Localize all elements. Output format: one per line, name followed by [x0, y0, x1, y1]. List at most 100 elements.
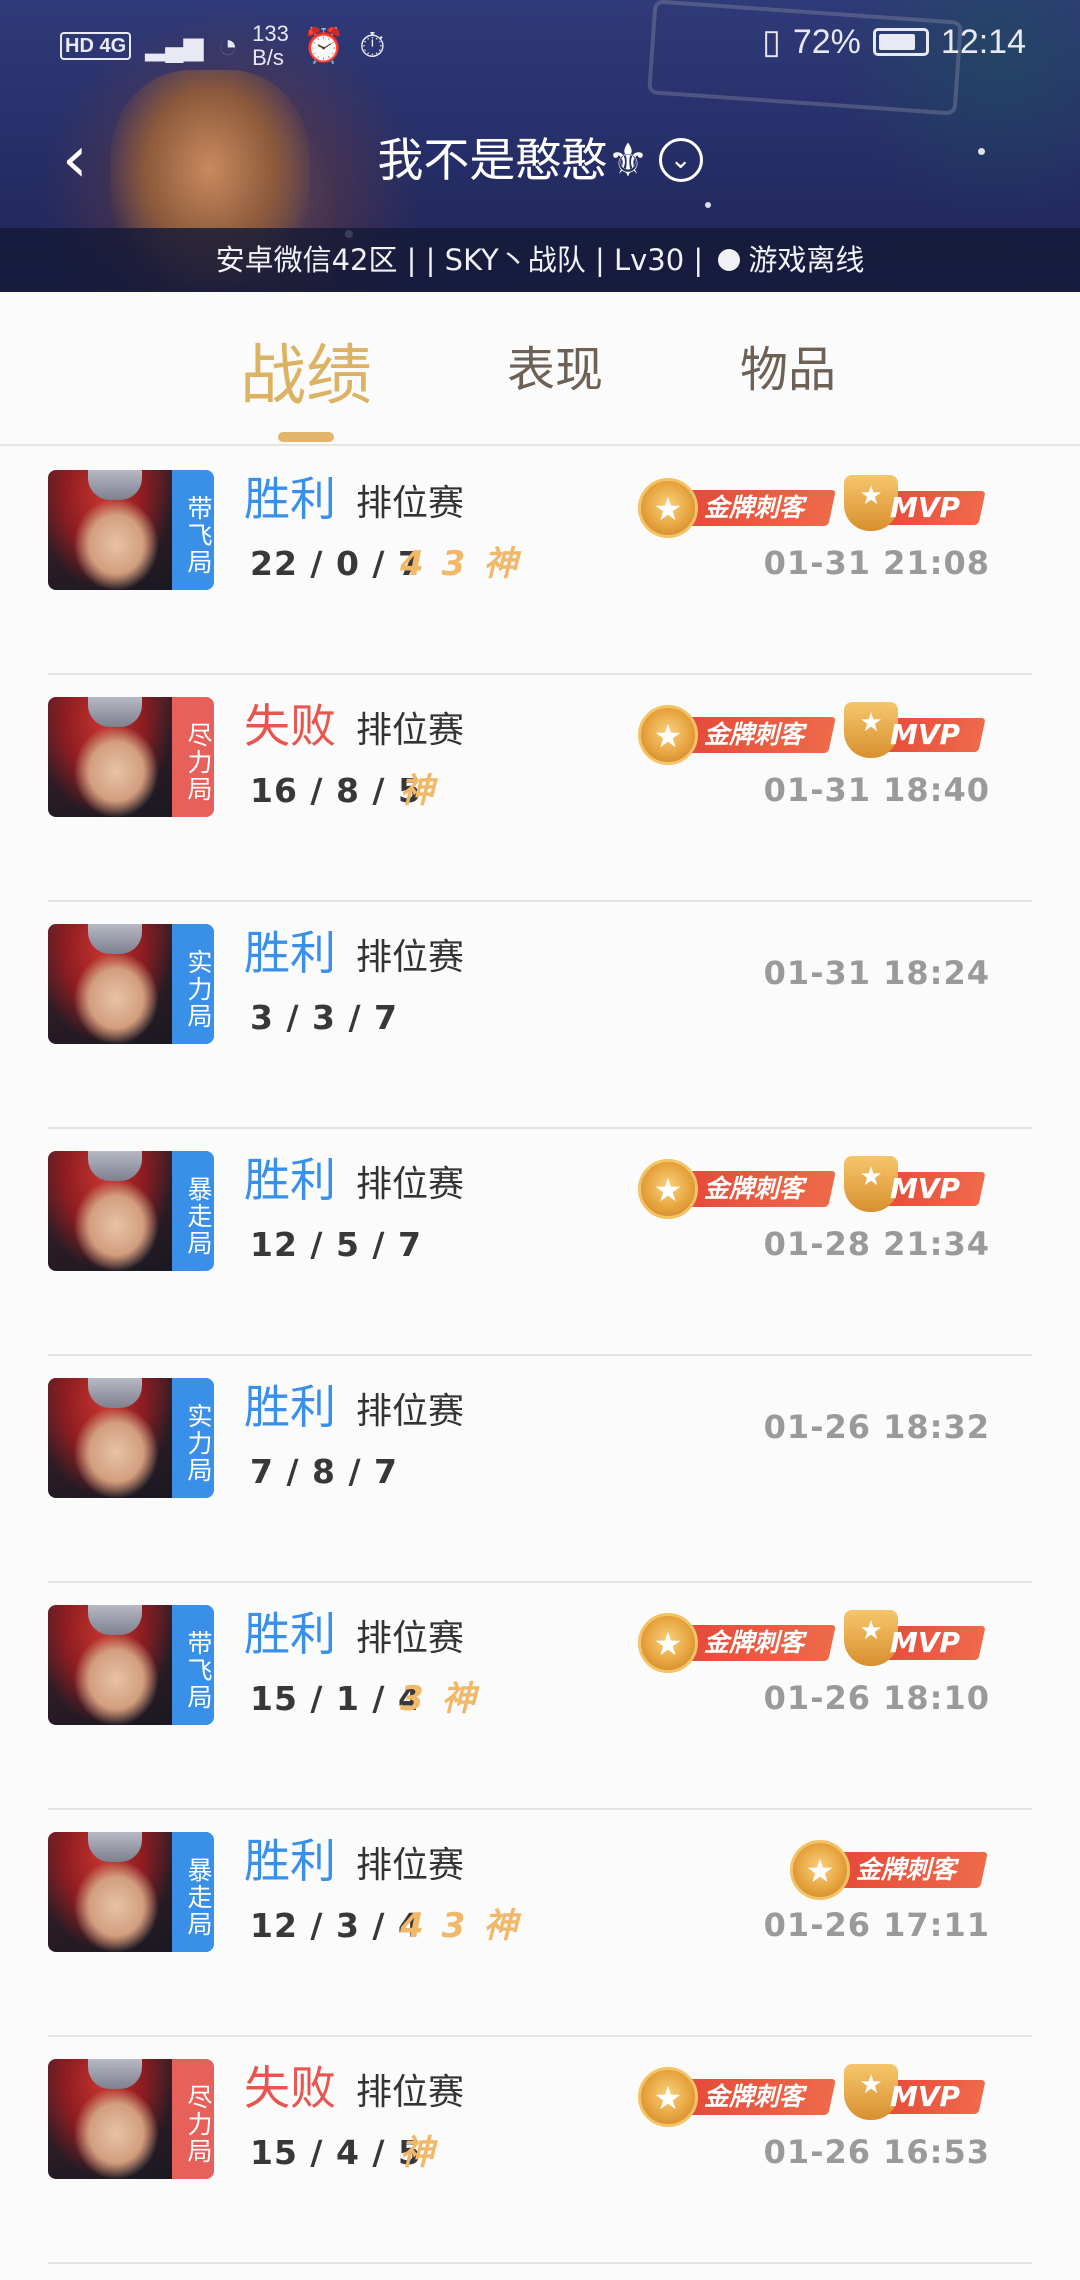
kda-score: 12 / 5 / 7	[250, 1225, 422, 1264]
player-status: 游戏离线	[748, 243, 865, 277]
gold-assassin-badge: ★ 金牌刺客	[632, 1159, 836, 1219]
tab-record[interactable]: 战绩	[240, 322, 372, 418]
match-mode: 排位赛	[356, 1164, 465, 1205]
hero-portrait	[48, 2059, 172, 2179]
hero-avatar: 带飞局	[48, 470, 214, 590]
match-result: 胜利	[244, 472, 336, 526]
badge-label: 金牌刺客	[704, 1174, 805, 1203]
badge-label: 金牌刺客	[704, 493, 805, 522]
medal-icon: ★	[790, 1840, 850, 1900]
badge-label: MVP	[890, 491, 961, 524]
tab-performance[interactable]: 表现	[507, 330, 603, 400]
match-badges: ★ 金牌刺客 ★ MVP	[632, 1605, 986, 1675]
match-rating-tag: 暴走局	[172, 1832, 214, 1952]
match-row[interactable]: 暴走局 胜利 排位赛 12 / 5 / 7 ★ 金牌刺客 ★ MVP 01-28 21:34	[0, 1129, 1080, 1356]
hero-portrait	[48, 1151, 172, 1271]
match-time: 01-31 18:24	[763, 954, 990, 992]
tab-items[interactable]: 物品	[740, 330, 836, 400]
match-badges: ★ 金牌刺客 ★ MVP	[632, 697, 986, 767]
streak-mark: 3	[441, 1906, 466, 1946]
mvp-badge: ★ MVP	[844, 1156, 986, 1216]
kda-score: 15 / 1 / 4	[250, 1679, 422, 1718]
match-time: 01-26 18:10	[763, 1679, 990, 1717]
badge-label: 金牌刺客	[704, 2082, 805, 2111]
match-rating-tag: 带飞局	[172, 470, 214, 590]
hero-portrait	[48, 924, 172, 1044]
medal-icon: ★	[638, 478, 698, 538]
kda-score: 12 / 3 / 4	[250, 1906, 422, 1945]
match-time: 01-31 18:40	[763, 771, 990, 809]
match-time: 01-28 21:34	[763, 1225, 990, 1263]
status-dot-icon	[718, 249, 741, 271]
match-mode: 排位赛	[356, 1391, 465, 1432]
badge-label: 金牌刺客	[704, 1628, 805, 1657]
match-result: 失败	[244, 2061, 336, 2115]
match-list: 带飞局 胜利 排位赛 22 / 0 / 7 4 3 神 ★ 金牌刺客 ★ MVP 01-31 21:0…	[0, 448, 1080, 2264]
status-bar: HD 4G ▂▄▆ ◔ 133 B/s ⏰ ⏱ ▯ 72% 12:14	[0, 0, 1080, 92]
badge-label: 金牌刺客	[856, 1855, 957, 1884]
streak-mark: 神	[441, 1679, 476, 1719]
hero-portrait	[48, 1378, 172, 1498]
mvp-badge: ★ MVP	[844, 475, 986, 535]
mvp-badge: ★ MVP	[844, 2064, 986, 2124]
medal-icon: ★	[638, 705, 698, 765]
streak-mark: 4	[400, 1906, 424, 1946]
match-result: 胜利	[244, 1607, 336, 1661]
streak-mark: 神	[400, 771, 434, 811]
kda-score: 22 / 0 / 7	[250, 544, 422, 583]
streak-mark: 3	[441, 544, 466, 584]
medal-icon: ★	[638, 1159, 698, 1219]
match-badges: ★ 金牌刺客 ★ MVP	[632, 1151, 986, 1221]
match-time: 01-26 18:32	[763, 1408, 990, 1446]
badge-label: MVP	[890, 1626, 961, 1659]
match-time: 01-26 17:11	[763, 1906, 990, 1944]
match-row[interactable]: 实力局 胜利 排位赛 3 / 3 / 7 01-31 18:24	[0, 902, 1080, 1129]
match-rating-tag: 实力局	[172, 1378, 214, 1498]
match-row[interactable]: 尽力局 失败 排位赛 16 / 8 / 5 神 ★ 金牌刺客 ★ MVP 01-31 18:40	[0, 675, 1080, 902]
tab-bar: 战绩 表现 物品	[0, 292, 1080, 446]
match-result: 胜利	[244, 1153, 336, 1207]
badge-label: MVP	[890, 2080, 961, 2113]
hero-avatar: 实力局	[48, 1378, 214, 1498]
profile-title[interactable]: 我不是憨憨⚜ ⌄	[0, 128, 1080, 192]
gold-assassin-badge: ★ 金牌刺客	[632, 705, 836, 765]
player-info-bar: 安卓微信42区 | | SKY丶战队 | Lv30 | 游戏离线	[0, 228, 1080, 292]
chevron-down-icon[interactable]: ⌄	[658, 137, 703, 182]
match-result: 胜利	[244, 1834, 336, 1888]
hero-avatar: 带飞局	[48, 1605, 214, 1725]
streak-mark: 神	[483, 1906, 518, 1946]
match-mode: 排位赛	[356, 2072, 465, 2113]
battery-percent: 72%	[792, 22, 861, 61]
match-row[interactable]: 实力局 胜利 排位赛 7 / 8 / 7 01-26 18:32	[0, 1356, 1080, 1583]
match-mode: 排位赛	[356, 1845, 465, 1886]
gold-assassin-badge: ★ 金牌刺客	[632, 2067, 836, 2127]
wifi-icon: ◔	[217, 27, 239, 65]
match-row[interactable]: 尽力局 失败 排位赛 15 / 4 / 5 神 ★ 金牌刺客 ★ MVP 01-26 16:53	[0, 2037, 1080, 2264]
gold-assassin-badge: ★ 金牌刺客	[632, 1613, 836, 1673]
match-row[interactable]: 带飞局 胜利 排位赛 22 / 0 / 7 4 3 神 ★ 金牌刺客 ★ MVP 01-31 21:0…	[0, 448, 1080, 675]
player-name: 我不是憨憨⚜	[377, 133, 649, 187]
row-divider	[48, 2262, 1032, 2264]
match-badges: ★ 金牌刺客 ★ MVP	[632, 2059, 986, 2129]
badge-label: MVP	[890, 718, 961, 751]
network-type: HD 4G	[60, 32, 132, 60]
match-rating-tag: 尽力局	[172, 2059, 214, 2179]
kill-streaks: 43神	[400, 1902, 517, 1950]
network-speed: 133 B/s	[252, 21, 289, 70]
match-mode: 排位赛	[356, 937, 465, 978]
match-mode: 排位赛	[356, 483, 465, 524]
hero-portrait	[48, 470, 172, 590]
match-row[interactable]: 带飞局 胜利 排位赛 15 / 1 / 4 3 神 ★ 金牌刺客 ★ MVP 01-26 18:10	[0, 1583, 1080, 1810]
match-time: 01-26 16:53	[763, 2133, 990, 2171]
match-rating-tag: 实力局	[172, 924, 214, 1044]
medal-icon: ★	[638, 2067, 698, 2127]
hero-portrait	[48, 1832, 172, 1952]
medal-icon: ★	[638, 1613, 698, 1673]
match-badges: ★ 金牌刺客	[784, 1832, 988, 1902]
kda-score: 3 / 3 / 7	[250, 998, 398, 1037]
match-row[interactable]: 暴走局 胜利 排位赛 12 / 3 / 4 4 3 神 ★ 金牌刺客 01-26 17:11	[0, 1810, 1080, 2037]
match-rating-tag: 尽力局	[172, 697, 214, 817]
hero-avatar: 暴走局	[48, 1832, 214, 1952]
kda-score: 16 / 8 / 5	[250, 771, 422, 810]
kill-streaks: 3神	[400, 1675, 476, 1723]
